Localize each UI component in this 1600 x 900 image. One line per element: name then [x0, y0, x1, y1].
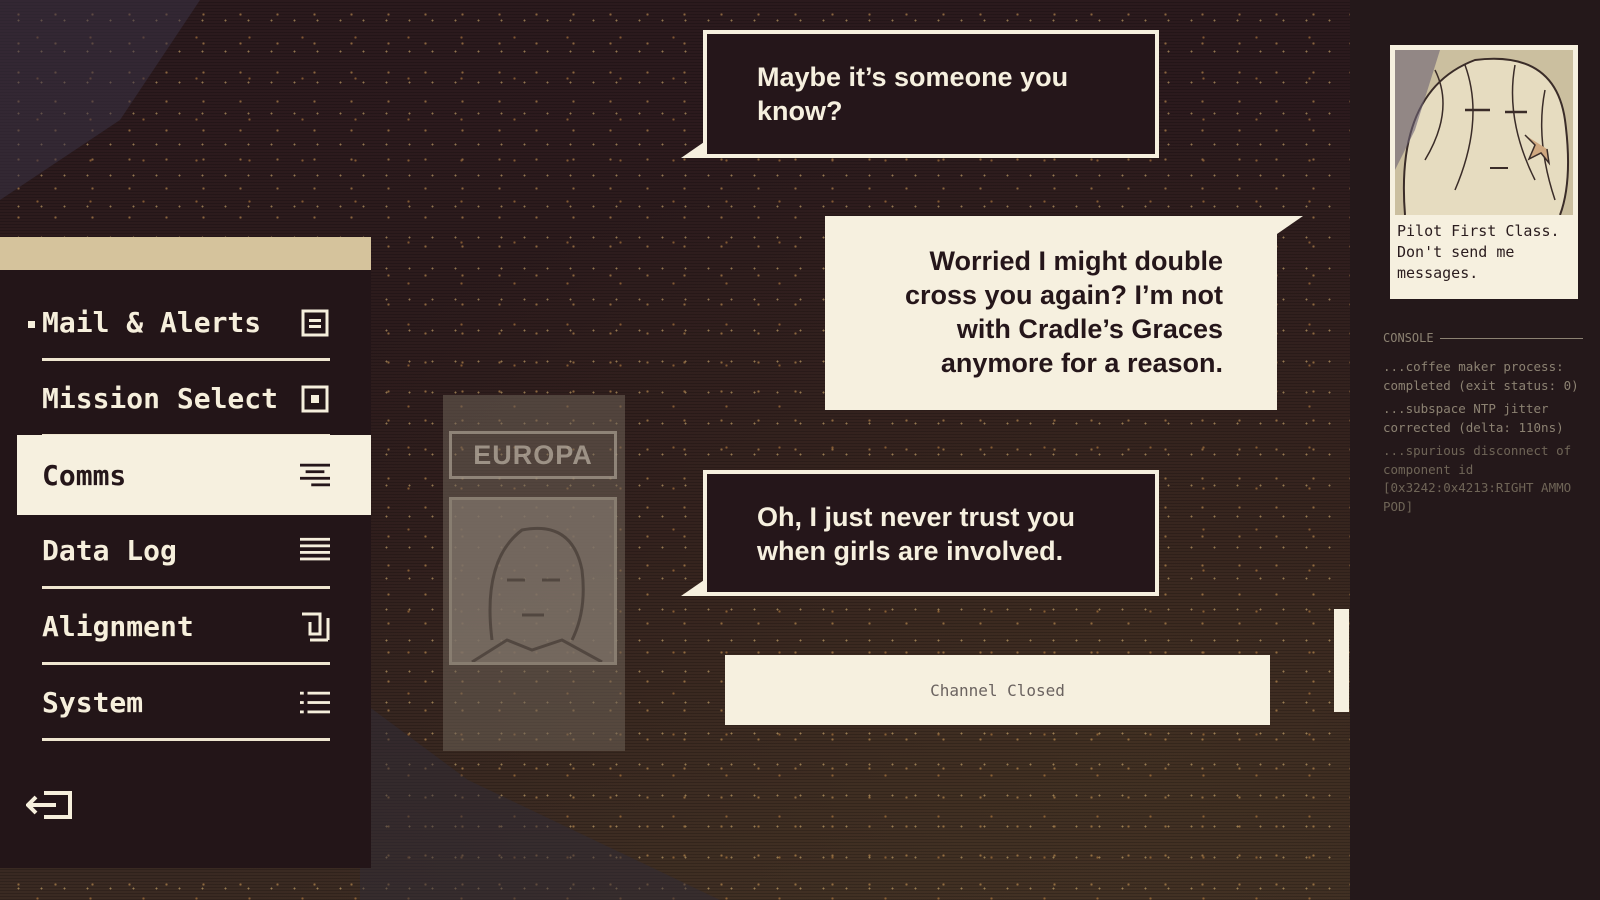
console-title: CONSOLE: [1383, 331, 1434, 345]
contact-profile-card: Pilot First Class. Don't send me message…: [1390, 45, 1578, 299]
menu-item-comms[interactable]: Comms: [17, 435, 371, 515]
menu-item-label: System: [42, 686, 144, 719]
console-divider: [1439, 337, 1583, 339]
chat-message-outgoing: Worried I might double cross you again? …: [825, 216, 1303, 410]
menu-header-band: [0, 237, 371, 270]
dossier-name: EUROPA: [449, 431, 617, 479]
target-icon: [300, 384, 330, 414]
menu-item-label: Mail & Alerts: [42, 306, 262, 339]
console-log: ...coffee maker process: completed (exit…: [1383, 358, 1593, 521]
list-icon: [300, 536, 330, 566]
menu-item-mission-select[interactable]: Mission Select: [42, 363, 330, 437]
selection-dot: [28, 320, 35, 328]
mail-icon: [300, 308, 330, 338]
dossier-portrait: [449, 497, 617, 665]
message-text: Worried I might double cross you again? …: [904, 246, 1223, 378]
menu-item-label: Data Log: [42, 534, 177, 567]
menu-item-label: Comms: [42, 458, 127, 492]
chat-message-incoming: Oh, I just never trust you when girls ar…: [681, 470, 1159, 596]
contact-bio: Pilot First Class. Don't send me message…: [1397, 222, 1560, 282]
message-text: Oh, I just never trust you when girls ar…: [757, 502, 1076, 566]
chat-scrollbar[interactable]: [1334, 609, 1349, 712]
channel-status: Channel Closed: [725, 655, 1270, 725]
bubble-tail: [681, 578, 707, 596]
bubble-tail: [681, 140, 707, 158]
console-header: CONSOLE: [1383, 331, 1583, 345]
exit-icon[interactable]: [25, 787, 74, 823]
menu-item-mail-alerts[interactable]: Mail & Alerts: [28, 287, 330, 361]
system-list-icon: [300, 688, 330, 718]
chat-message-incoming: Maybe it’s someone you know?: [681, 30, 1159, 158]
menu-item-alignment[interactable]: Alignment: [42, 591, 330, 665]
dossier-card: EUROPA: [443, 395, 625, 751]
alignment-icon: [300, 612, 330, 642]
console-line: ...spurious disconnect of component id […: [1383, 443, 1572, 514]
console-line: ...subspace NTP jitter corrected (delta:…: [1383, 401, 1564, 435]
menu-item-label: Mission Select: [42, 382, 279, 415]
contact-portrait: [1395, 50, 1573, 215]
bubble-tail: [1277, 216, 1303, 234]
console-line: ...coffee maker process: completed (exit…: [1383, 359, 1579, 393]
menu-item-system[interactable]: System: [42, 667, 330, 741]
menu-item-label: Alignment: [42, 610, 194, 643]
comms-icon: [300, 460, 330, 490]
message-text: Maybe it’s someone you know?: [757, 62, 1069, 126]
menu-item-data-log[interactable]: Data Log: [42, 515, 330, 589]
